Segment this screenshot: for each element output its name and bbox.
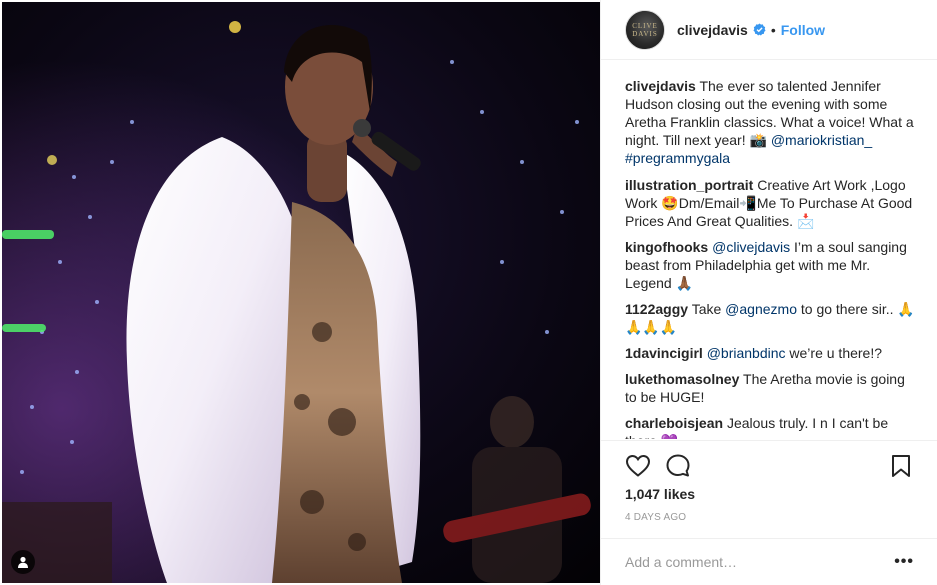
add-comment-bar: ••• (601, 538, 937, 585)
caption-mention[interactable]: @mariokristian_ (771, 132, 872, 148)
avatar[interactable]: CLIVE DAVIS (625, 9, 665, 50)
comment-username[interactable]: 1122aggy (625, 301, 688, 317)
comment-item: lukethomasolney The Aretha movie is goin… (625, 370, 915, 406)
post-sidebar: CLIVE DAVIS clivejdavis • Follow clivejd… (600, 0, 937, 585)
comment-item: 1davincigirl @brianbdinc we’re u there!? (625, 344, 915, 362)
speech-bubble-icon (666, 454, 690, 477)
like-button[interactable] (625, 453, 651, 479)
comment-text: we’re u there!? (789, 345, 883, 361)
comments-list[interactable]: clivejdavis The ever so talented Jennife… (625, 77, 915, 439)
comment-username[interactable]: 1davincigirl (625, 345, 703, 361)
comment-username[interactable]: kingofhooks (625, 239, 708, 255)
follow-button[interactable]: Follow (781, 22, 825, 38)
comment-username[interactable]: lukethomasolney (625, 371, 739, 387)
header-separator: • (770, 21, 776, 38)
instagram-post: CLIVE DAVIS clivejdavis • Follow clivejd… (0, 0, 937, 585)
post-actions: 1,047 likes 4 DAYS AGO (601, 440, 937, 540)
caption-username[interactable]: clivejdavis (625, 78, 696, 94)
comment-item: kingofhooks @clivejdavis I’m a soul sang… (625, 238, 915, 292)
comment-button[interactable] (665, 453, 691, 479)
more-options-icon[interactable]: ••• (894, 553, 914, 571)
post-photo[interactable] (2, 2, 600, 583)
header-username[interactable]: clivejdavis (677, 22, 748, 38)
comment-username[interactable]: illustration_portrait (625, 177, 753, 193)
comment-mention[interactable]: @agnezmo (725, 301, 797, 317)
post-header: CLIVE DAVIS clivejdavis • Follow (601, 0, 937, 60)
heart-outline-icon (625, 454, 651, 477)
comment-item: charleboisjean Jealous truly. I n I can'… (625, 414, 915, 439)
comment-username[interactable]: charleboisjean (625, 415, 723, 431)
comment-input[interactable] (625, 554, 895, 570)
tagged-user-icon[interactable] (11, 550, 35, 574)
comment-mention[interactable]: @clivejdavis (712, 239, 790, 255)
caption-hashtag[interactable]: #pregrammygala (625, 150, 730, 166)
comment-item: illustration_portrait Creative Art Work … (625, 176, 915, 230)
avatar-text-line2: DAVIS (632, 29, 658, 38)
person-icon (18, 556, 28, 568)
post-caption: clivejdavis The ever so talented Jennife… (625, 77, 915, 167)
verified-badge-icon (753, 23, 766, 36)
comment-mention[interactable]: @brianbdinc (707, 345, 786, 361)
post-timestamp[interactable]: 4 DAYS AGO (625, 512, 686, 523)
avatar-text-line1: CLIVE (632, 21, 658, 30)
avatar-image: CLIVE DAVIS (626, 10, 664, 49)
comment-item: 1122aggy Take @agnezmo to go there sir..… (625, 300, 915, 336)
concert-photo-illustration (2, 2, 600, 583)
save-button[interactable] (888, 453, 914, 479)
likes-count[interactable]: 1,047 likes (625, 486, 695, 502)
bookmark-outline-icon (892, 455, 910, 477)
comment-text-before: Take (691, 301, 722, 317)
